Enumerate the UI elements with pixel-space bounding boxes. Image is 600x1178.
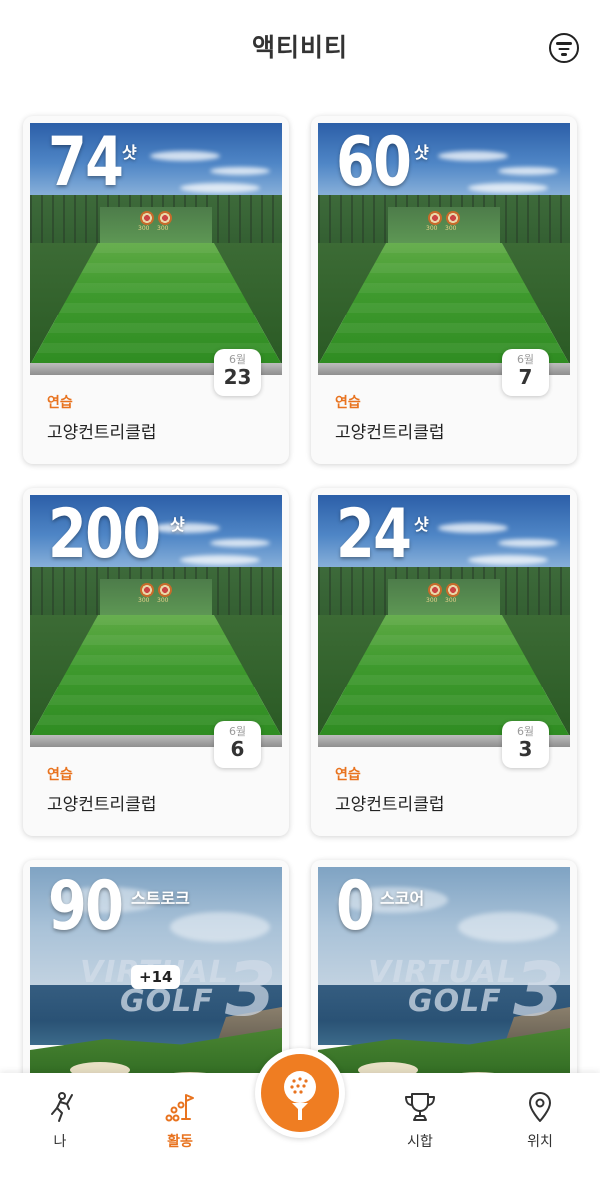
unit-label: 샷	[122, 143, 137, 162]
location-pin-icon	[529, 1092, 551, 1122]
stroke-count: 90	[48, 867, 124, 946]
nav-item-location[interactable]: 위치	[500, 1091, 580, 1151]
activity-type: 연습	[47, 767, 73, 783]
page-title: 액티비티	[251, 33, 348, 62]
unit-label: 스트로크	[131, 889, 190, 908]
activity-card[interactable]: 300 300 200 샷 6월 6 연습 고양컨트리클럽	[23, 488, 289, 836]
shot-count: 60	[336, 123, 412, 202]
app-header: 액티비티	[0, 0, 600, 92]
score-value: 0	[336, 867, 375, 946]
unit-label: 샷	[414, 143, 429, 162]
venue-name: 고양컨트리클럽	[47, 795, 157, 815]
date-badge: 6월 6	[214, 721, 261, 768]
nav-item-activity[interactable]: 활동	[140, 1091, 220, 1151]
virtual-golf-logo: VIRTUAL GOLF 3	[368, 947, 565, 1033]
driving-range-image: 300 300 200 샷	[30, 495, 282, 747]
driving-range-image: 300 300 60 샷	[318, 123, 570, 375]
trophy-icon	[405, 1093, 435, 1121]
activity-flag-icon	[165, 1094, 194, 1122]
activity-type: 연습	[47, 395, 73, 411]
unit-label: 스코어	[380, 889, 425, 908]
activity-card[interactable]: 300 300 60 샷 6월 7 연습 고양컨트리클럽	[311, 116, 577, 464]
date-badge: 6월 7	[502, 349, 549, 396]
unit-label: 샷	[170, 515, 185, 534]
venue-name: 고양컨트리클럽	[335, 795, 445, 815]
shot-count: 74	[48, 123, 124, 202]
venue-name: 고양컨트리클럽	[47, 423, 157, 443]
shot-count: 200	[48, 495, 161, 574]
filter-icon[interactable]	[549, 33, 579, 63]
activity-card[interactable]: 300 300 24 샷 6월 3 연습 고양컨트리클럽	[311, 488, 577, 836]
unit-label: 샷	[414, 515, 429, 534]
nav-item-me[interactable]: 나	[20, 1091, 100, 1151]
date-badge: 6월 3	[502, 721, 549, 768]
golf-ball-tee-icon	[284, 1071, 316, 1120]
activity-type: 연습	[335, 767, 361, 783]
activity-type: 연습	[335, 395, 361, 411]
activity-card[interactable]: 300 300 74 샷 6월 23 연습 고양컨트리클럽	[23, 116, 289, 464]
score-diff-badge: +14	[131, 965, 181, 989]
golfer-icon	[51, 1092, 73, 1122]
driving-range-image: 300 300 74 샷	[30, 123, 282, 375]
date-badge: 6월 23	[214, 349, 261, 396]
venue-name: 고양컨트리클럽	[335, 423, 445, 443]
driving-range-image: 300 300 24 샷	[318, 495, 570, 747]
shot-count: 24	[336, 495, 412, 574]
start-round-button[interactable]	[255, 1048, 345, 1138]
nav-item-tournament[interactable]: 시합	[380, 1091, 460, 1151]
